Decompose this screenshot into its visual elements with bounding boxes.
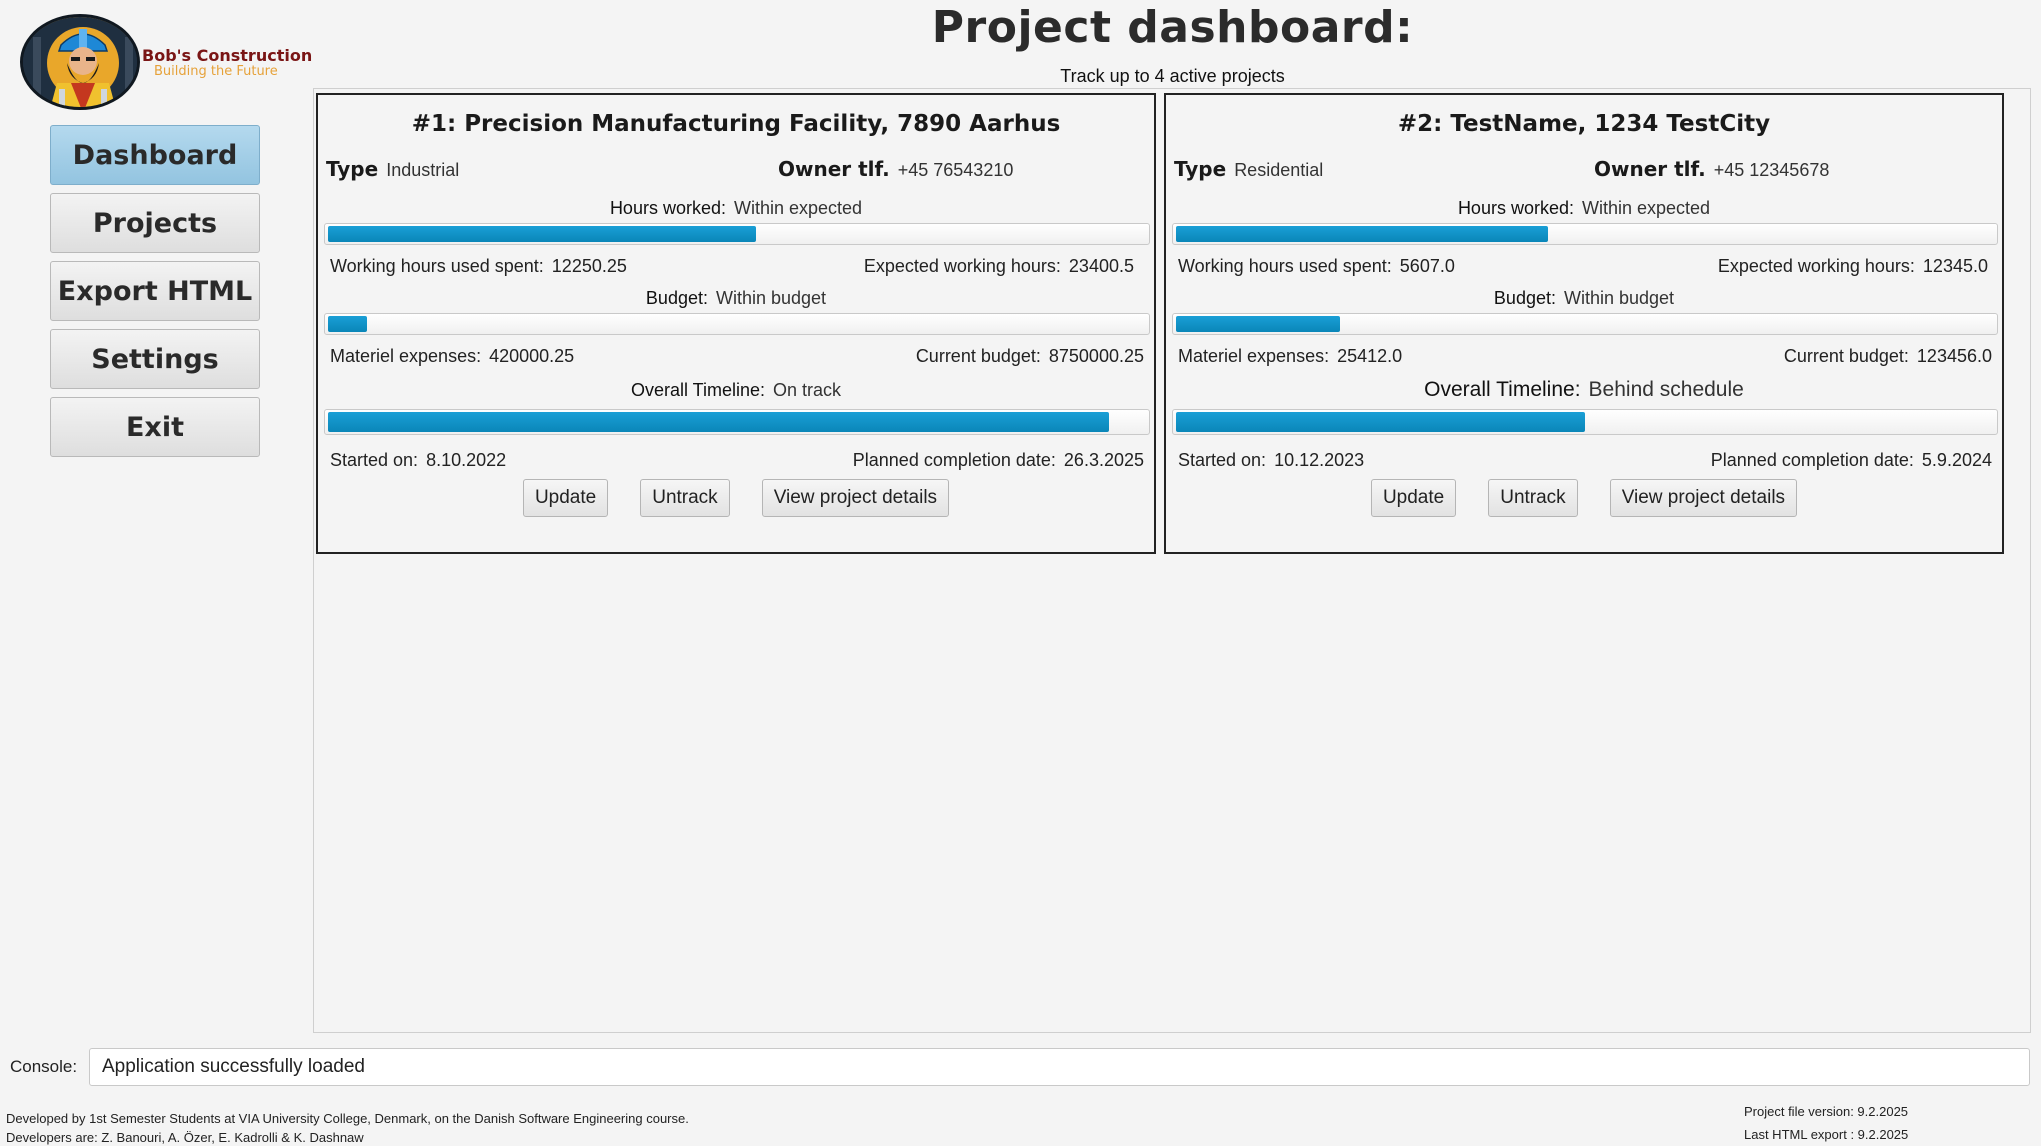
planned-label: Planned completion date: [852,450,1056,470]
planned-value: 5.9.2024 [1921,450,1992,470]
current-budget-label: Current budget: [1783,346,1909,366]
planned-value: 26.3.2025 [1063,450,1144,470]
console-output[interactable]: Application successfully loaded [89,1048,2030,1086]
project-title: #1: Precision Manufacturing Facility, 78… [411,111,1061,137]
timeline-status: Overall Timeline: Behind schedule [1166,378,2002,402]
budget-label: Budget: [1493,288,1556,308]
hours-progress-bar [1172,223,1998,245]
project-type: Residential [1234,160,1324,180]
hours-label: Hours worked: [609,198,726,218]
dashboard-button[interactable]: Dashboard [50,125,260,185]
update-button[interactable]: Update [522,479,609,517]
project-card-1: #1: Precision Manufacturing Facility, 78… [316,93,1156,554]
budget-status: Budget: Within budget [318,288,1154,309]
hours-used-value: 5607.0 [1399,256,1455,276]
hours-status-value: Within expected [1581,198,1711,218]
budget-status-value: Within budget [1563,288,1675,308]
untrack-button[interactable]: Untrack [640,479,730,517]
started-label: Started on: [1178,450,1267,470]
last-html-export: Last HTML export : 9.2.2025 [1744,1127,1909,1142]
timeline-progress-fill [1176,412,1585,432]
budget-status: Budget: Within budget [1166,288,2002,309]
footer-credits: Developed by 1st Semester Students at VI… [6,1109,689,1146]
page-title: Project dashboard: [931,2,1414,53]
dashboard-panel: #1: Precision Manufacturing Facility, 78… [313,88,2031,1033]
hours-status: Hours worked: Within expected [318,198,1154,219]
expenses-label: Materiel expenses: [330,346,482,366]
type-label: Type [1174,157,1227,181]
expenses-value: 420000.25 [489,346,575,366]
current-budget-value: 8750000.25 [1048,346,1144,366]
project-title: #2: TestName, 1234 TestCity [1397,111,1771,137]
credits-line-2: Developers are: Z. Banouri, A. Özer, E. … [6,1130,364,1145]
timeline-progress-fill [328,412,1110,432]
page-subtitle: Track up to 4 active projects [1060,66,1285,86]
expenses-value: 25412.0 [1337,346,1403,366]
project-actions: Update Untrack View project details [1166,479,2002,517]
timeline-status-value: On track [773,380,842,400]
sidebar-nav: Dashboard Projects Export HTML Settings … [50,125,260,465]
projects-button[interactable]: Projects [50,193,260,253]
view-project-details-button[interactable]: View project details [1609,479,1798,517]
budget-progress-bar [1172,313,1998,335]
hours-progress-fill [328,226,757,242]
hours-used-value: 12250.25 [551,256,627,276]
project-actions: Update Untrack View project details [318,479,1154,517]
owner-phone: +45 12345678 [1713,160,1830,180]
hours-used-label: Working hours used spent: [330,256,544,276]
project-type: Industrial [386,160,460,180]
hours-expected-value: 12345.0 [1922,256,1988,276]
timeline-label: Overall Timeline: [1424,378,1581,401]
started-value: 10.12.2023 [1274,450,1365,470]
settings-button[interactable]: Settings [50,329,260,389]
timeline-status: Overall Timeline: On track [318,380,1154,401]
budget-label: Budget: [645,288,708,308]
budget-status-value: Within budget [715,288,827,308]
hours-progress-bar [324,223,1150,245]
current-budget-label: Current budget: [915,346,1041,366]
owner-label: Owner tlf. [778,157,890,181]
started-label: Started on: [330,450,419,470]
hours-status-value: Within expected [733,198,863,218]
hours-expected-label: Expected working hours: [863,256,1061,276]
budget-progress-fill [328,316,368,332]
hours-status: Hours worked: Within expected [1166,198,2002,219]
timeline-status-value: Behind schedule [1588,378,1744,401]
exit-button[interactable]: Exit [50,397,260,457]
view-project-details-button[interactable]: View project details [761,479,950,517]
untrack-button[interactable]: Untrack [1488,479,1578,517]
update-button[interactable]: Update [1370,479,1457,517]
hours-progress-fill [1176,226,1548,242]
hours-used-label: Working hours used spent: [1178,256,1392,276]
planned-label: Planned completion date: [1710,450,1914,470]
owner-label: Owner tlf. [1594,157,1706,181]
timeline-label: Overall Timeline: [630,380,765,400]
export-html-button[interactable]: Export HTML [50,261,260,321]
current-budget-value: 123456.0 [1916,346,1992,366]
hours-label: Hours worked: [1457,198,1574,218]
owner-phone: +45 76543210 [897,160,1014,180]
hours-expected-label: Expected working hours: [1717,256,1915,276]
started-value: 8.10.2022 [426,450,507,470]
file-version: Project file version: 9.2.2025 [1744,1104,1909,1119]
timeline-progress-bar [324,409,1150,435]
project-card-2: #2: TestName, 1234 TestCity Type Resident… [1164,93,2004,554]
app-window: Bob's Construction Building the Future D… [0,0,2041,1146]
expenses-label: Materiel expenses: [1178,346,1330,366]
type-label: Type [326,157,379,181]
budget-progress-fill [1176,316,1340,332]
hours-expected-value: 23400.5 [1068,256,1134,276]
budget-progress-bar [324,313,1150,335]
timeline-progress-bar [1172,409,1998,435]
console-label: Console: [10,1057,78,1076]
credits-line-1: Developed by 1st Semester Students at VI… [6,1111,689,1126]
footer-versions: Project file version: 9.2.2025 Last HTML… [1744,1100,1908,1146]
